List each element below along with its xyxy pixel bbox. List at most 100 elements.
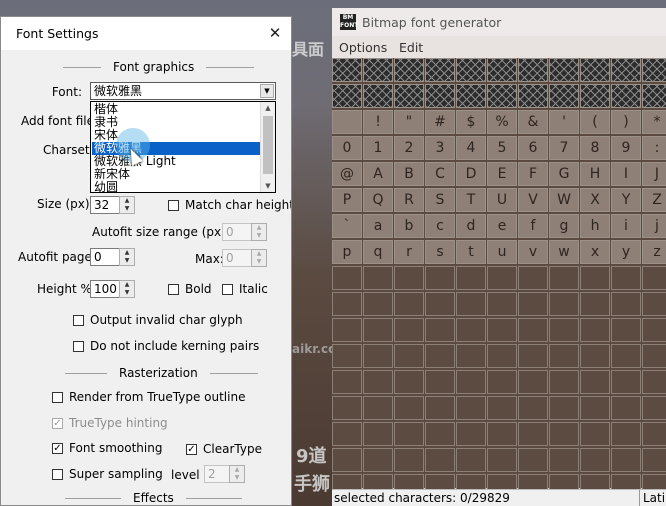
char-cell[interactable]: & [518, 110, 548, 134]
char-cell[interactable] [487, 396, 517, 420]
char-cell[interactable] [611, 344, 641, 368]
autofit-pages-stepper[interactable]: ▲ ▼ [119, 248, 135, 266]
char-cell[interactable]: E [487, 162, 517, 186]
char-cell[interactable] [363, 84, 393, 108]
char-cell[interactable] [518, 422, 548, 446]
char-cell[interactable] [580, 448, 610, 472]
char-cell[interactable] [549, 396, 579, 420]
bold-checkbox[interactable] [168, 284, 179, 295]
character-grid[interactable]: ! " # $% & '() * 0 1 2 3 4 5 6 7 8 9: @ A B C D E F G H I J P Q R S T U V W… [332, 58, 666, 498]
char-cell[interactable]: I [611, 162, 641, 186]
char-cell[interactable]: Q [363, 188, 393, 212]
char-cell[interactable] [549, 266, 579, 290]
char-cell[interactable]: ! [363, 110, 393, 134]
char-cell[interactable] [425, 370, 455, 394]
char-cell[interactable] [425, 448, 455, 472]
char-cell[interactable] [487, 318, 517, 342]
autofit-min-input[interactable]: 0 [222, 223, 252, 241]
char-cell[interactable] [642, 318, 666, 342]
level-stepper[interactable]: ▲ ▼ [229, 465, 245, 483]
char-cell[interactable] [580, 370, 610, 394]
char-cell[interactable]: 6 [518, 136, 548, 160]
char-cell[interactable] [611, 292, 641, 316]
char-cell[interactable] [487, 422, 517, 446]
height-input[interactable]: 100 [90, 280, 120, 298]
no-kerning-checkbox[interactable] [73, 341, 84, 352]
char-cell[interactable] [425, 318, 455, 342]
char-cell[interactable]: R [394, 188, 424, 212]
char-cell[interactable] [456, 266, 486, 290]
char-cell[interactable]: a [363, 214, 393, 238]
char-cell[interactable] [611, 422, 641, 446]
char-cell[interactable] [332, 422, 362, 446]
char-cell[interactable]: C [425, 162, 455, 186]
char-cell[interactable]: 7 [549, 136, 579, 160]
output-invalid-checkbox[interactable] [73, 315, 84, 326]
char-cell[interactable]: 2 [394, 136, 424, 160]
char-cell[interactable] [332, 266, 362, 290]
char-cell[interactable] [363, 344, 393, 368]
char-cell[interactable]: z [642, 240, 666, 264]
char-cell[interactable]: j [642, 214, 666, 238]
char-cell[interactable] [642, 396, 666, 420]
char-cell[interactable] [549, 422, 579, 446]
char-cell[interactable] [518, 396, 548, 420]
char-cell[interactable] [580, 292, 610, 316]
char-cell[interactable] [425, 58, 455, 82]
dialog-title-bar[interactable]: Font Settings ✕ [1, 17, 291, 50]
char-cell[interactable] [642, 370, 666, 394]
char-cell[interactable] [425, 422, 455, 446]
char-cell[interactable] [549, 292, 579, 316]
char-cell[interactable] [394, 396, 424, 420]
char-cell[interactable]: t [456, 240, 486, 264]
chevron-down-icon[interactable]: ▼ [260, 84, 274, 98]
char-cell[interactable] [611, 448, 641, 472]
char-cell[interactable] [518, 344, 548, 368]
char-cell[interactable]: h [580, 214, 610, 238]
char-cell[interactable] [642, 84, 666, 108]
char-cell[interactable] [487, 370, 517, 394]
max-input[interactable]: 0 [222, 249, 252, 267]
level-input[interactable]: 2 [204, 465, 230, 483]
char-cell[interactable]: y [611, 240, 641, 264]
char-cell[interactable]: u [487, 240, 517, 264]
font-smoothing-checkbox[interactable]: ✓ [52, 443, 63, 454]
char-cell[interactable] [642, 58, 666, 82]
char-cell[interactable]: f [518, 214, 548, 238]
char-cell[interactable]: ` [332, 214, 362, 238]
char-cell[interactable] [332, 318, 362, 342]
char-cell[interactable] [642, 292, 666, 316]
char-cell[interactable] [487, 266, 517, 290]
char-cell[interactable]: 0 [332, 136, 362, 160]
char-cell[interactable]: F [518, 162, 548, 186]
char-cell[interactable] [332, 370, 362, 394]
char-cell[interactable]: p [332, 240, 362, 264]
char-cell[interactable]: g [549, 214, 579, 238]
char-cell[interactable] [549, 58, 579, 82]
char-cell[interactable]: D [456, 162, 486, 186]
char-cell[interactable]: G [549, 162, 579, 186]
char-cell[interactable]: 1 [363, 136, 393, 160]
char-cell[interactable] [394, 448, 424, 472]
char-cell[interactable] [611, 266, 641, 290]
char-cell[interactable] [332, 396, 362, 420]
char-cell[interactable] [394, 344, 424, 368]
font-select[interactable]: 微软雅黑 ▼ [90, 82, 276, 100]
char-cell[interactable] [456, 396, 486, 420]
char-cell[interactable] [518, 292, 548, 316]
char-cell[interactable] [363, 58, 393, 82]
char-cell[interactable]: S [425, 188, 455, 212]
char-cell[interactable] [518, 266, 548, 290]
char-cell[interactable]: ' [549, 110, 579, 134]
char-cell[interactable] [518, 448, 548, 472]
char-cell[interactable] [518, 84, 548, 108]
dropdown-scrollbar[interactable]: ▲ ▼ [260, 102, 275, 192]
char-cell[interactable]: v [518, 240, 548, 264]
char-cell[interactable] [580, 422, 610, 446]
char-cell[interactable] [642, 448, 666, 472]
scroll-down-icon[interactable]: ▼ [261, 180, 275, 192]
char-cell[interactable] [425, 292, 455, 316]
char-cell[interactable]: s [425, 240, 455, 264]
char-cell[interactable] [611, 370, 641, 394]
char-cell[interactable] [580, 84, 610, 108]
